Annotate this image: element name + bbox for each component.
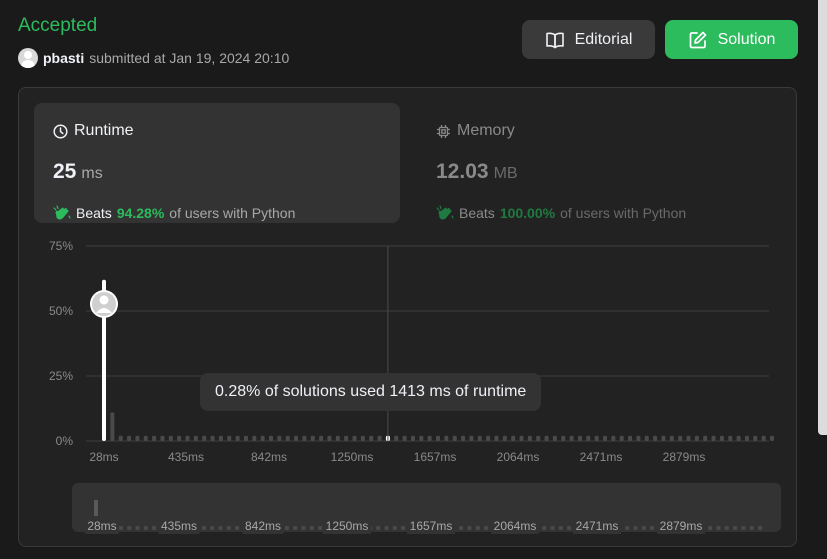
bar — [227, 435, 232, 441]
bar — [586, 435, 591, 441]
bar — [360, 435, 365, 441]
y-tick-label: 25% — [49, 369, 73, 383]
y-tick-label: 0% — [56, 434, 74, 448]
bar — [527, 435, 532, 441]
bar — [611, 435, 616, 441]
x-tick-label: 842ms — [251, 450, 287, 464]
bar — [753, 435, 758, 441]
bar — [636, 435, 641, 441]
bar — [594, 435, 599, 441]
chart-navigator[interactable] — [72, 483, 781, 532]
bar — [686, 435, 691, 441]
bar — [661, 435, 666, 441]
bar — [569, 435, 574, 441]
bar — [160, 435, 165, 441]
bar — [143, 435, 148, 441]
bar — [310, 435, 315, 441]
x-tick-label: 2064ms — [497, 450, 540, 464]
bar — [703, 435, 708, 441]
bar — [327, 435, 332, 441]
runtime-distribution-chart[interactable]: 0% 25% 50% 75% 28ms 435ms 842ms 1250ms 1657ms 206… — [0, 0, 827, 559]
bar — [736, 435, 741, 441]
bar — [294, 435, 299, 441]
bar — [577, 435, 582, 441]
bar — [644, 435, 649, 441]
x-tick-label: 28ms — [89, 450, 118, 464]
bar — [335, 435, 340, 441]
bar — [152, 435, 157, 441]
bar — [544, 435, 549, 441]
bar — [344, 435, 349, 441]
bar — [352, 435, 357, 441]
bar — [511, 435, 516, 441]
bar — [678, 435, 683, 441]
bar — [469, 435, 474, 441]
bar — [269, 435, 273, 441]
chart-tooltip: 0.28% of solutions used 1413 ms of runti… — [200, 373, 542, 411]
bar — [243, 435, 248, 441]
bar — [477, 435, 482, 441]
bar — [302, 435, 307, 441]
bar — [118, 435, 123, 441]
bar — [761, 435, 766, 441]
bar — [252, 435, 257, 441]
bar — [427, 435, 432, 441]
bar — [277, 435, 282, 441]
bar — [436, 435, 440, 441]
x-tick-label: 435ms — [168, 450, 204, 464]
avatar-head — [99, 295, 109, 305]
x-tick-label: 1657ms — [414, 450, 457, 464]
bar — [260, 435, 265, 441]
bar — [561, 435, 566, 441]
bar — [285, 435, 290, 441]
bar — [486, 435, 491, 441]
bar — [410, 435, 415, 441]
bar — [444, 435, 449, 441]
bar — [319, 435, 324, 441]
bar — [110, 412, 115, 441]
bar — [728, 435, 733, 441]
bar — [127, 435, 132, 441]
bar — [669, 435, 674, 441]
bar — [711, 435, 716, 441]
bar — [369, 435, 374, 441]
bar — [419, 435, 424, 441]
bar — [628, 435, 633, 441]
y-tick-label: 75% — [49, 239, 73, 253]
bar — [394, 435, 399, 441]
bar — [202, 435, 207, 441]
bar — [536, 435, 541, 441]
bar — [402, 435, 407, 441]
bar — [603, 435, 607, 441]
bar — [619, 435, 624, 441]
bar — [519, 435, 524, 441]
bar — [552, 435, 557, 441]
vertical-scrollbar[interactable] — [818, 0, 827, 435]
user-avatar-marker — [90, 290, 118, 318]
x-tick-label: 2879ms — [663, 450, 706, 464]
bar — [218, 435, 223, 441]
bar — [185, 435, 190, 441]
bar — [461, 435, 466, 441]
x-tick-label: 2471ms — [580, 450, 623, 464]
bar — [168, 435, 173, 441]
bar — [452, 435, 457, 441]
y-tick-label: 50% — [49, 304, 73, 318]
bar — [135, 435, 140, 441]
bar — [177, 435, 182, 441]
bar — [744, 435, 749, 441]
bar — [377, 435, 382, 441]
bar — [210, 435, 215, 441]
bar — [770, 435, 774, 441]
bar — [694, 435, 699, 441]
bar — [653, 435, 658, 441]
bar — [502, 435, 507, 441]
bar — [719, 435, 724, 441]
bar — [235, 435, 240, 441]
bar — [494, 435, 499, 441]
x-tick-label: 1250ms — [331, 450, 374, 464]
bar — [193, 435, 198, 441]
